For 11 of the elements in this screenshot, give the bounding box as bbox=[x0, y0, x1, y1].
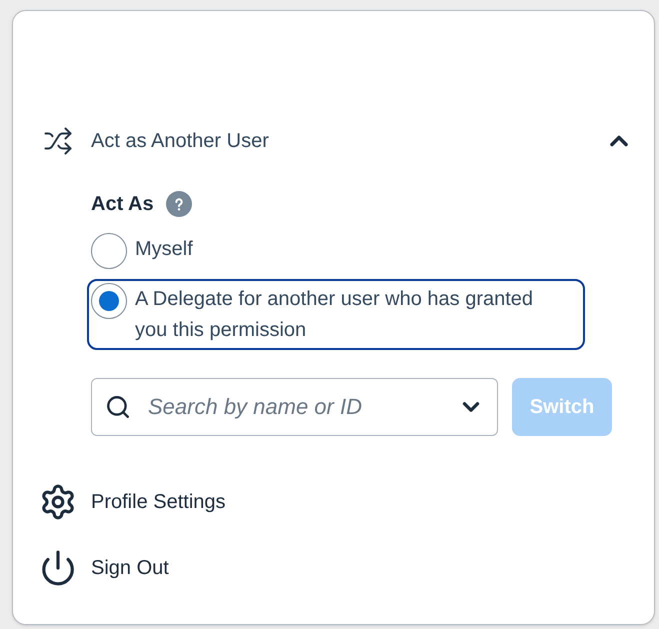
help-icon[interactable] bbox=[166, 191, 192, 217]
menu-item[interactable]: Profile Settings bbox=[39, 480, 654, 524]
menu-item[interactable]: Sign Out bbox=[39, 546, 654, 590]
settings-icon bbox=[39, 483, 77, 521]
act-as-label: Act As bbox=[91, 192, 154, 217]
search-icon bbox=[105, 394, 131, 420]
section-title: Act as Another User bbox=[91, 129, 270, 154]
search-field[interactable]: Search by name or ID bbox=[91, 378, 498, 436]
power-icon bbox=[39, 549, 77, 587]
radio-option[interactable]: Myself bbox=[87, 229, 585, 273]
radio-option[interactable]: A Delegate for another user who has granted you this permission bbox=[87, 279, 585, 350]
